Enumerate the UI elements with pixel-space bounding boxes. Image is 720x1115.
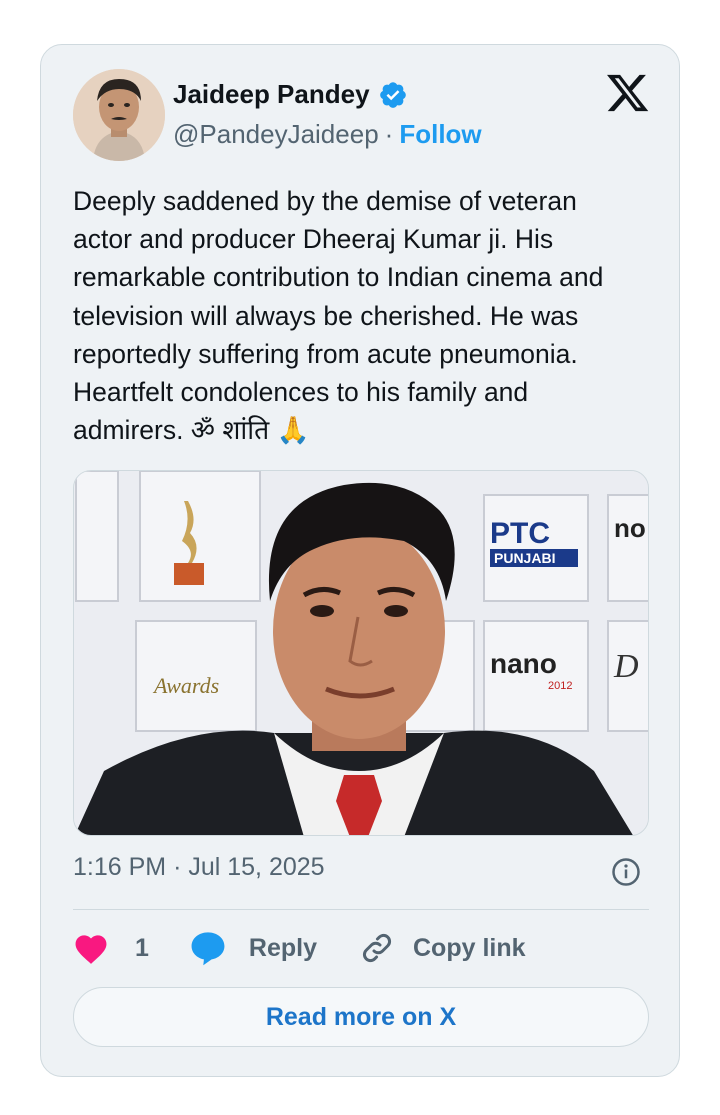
nano-logo-text: nano (490, 648, 557, 679)
link-icon (363, 934, 391, 962)
awards-logo-text: Awards (152, 673, 219, 698)
author-row: Jaideep Pandey (173, 79, 408, 110)
timestamp[interactable]: 1:16 PM · Jul 15, 2025 (73, 853, 325, 882)
separator: · (384, 119, 394, 149)
copy-link-button[interactable]: Copy link (359, 930, 526, 966)
like-button[interactable]: 1 (73, 931, 149, 965)
tweet-card: Jaideep Pandey @PandeyJaideep · Follow D… (40, 44, 680, 1077)
heart-icon (75, 935, 107, 964)
banner-text-d: D (613, 648, 639, 685)
handle-row: @PandeyJaideep · Follow (173, 119, 482, 150)
photo-of-actor: PTC PUNJABI no ur nano 2012 D Awards (74, 471, 648, 835)
x-logo-icon[interactable] (605, 73, 649, 113)
read-more-button[interactable]: Read more on X (73, 987, 649, 1047)
reply-bubble-icon (191, 932, 225, 966)
tweet-date: Jul 15, 2025 (188, 853, 325, 881)
divider (73, 909, 649, 910)
author-name[interactable]: Jaideep Pandey (173, 79, 370, 110)
nano-year-text: 2012 (548, 680, 572, 692)
avatar[interactable] (73, 69, 165, 161)
reply-label: Reply (248, 933, 317, 962)
action-bar: 1 Reply Copy link (73, 925, 526, 971)
punjabi-text: PUNJABI (494, 550, 555, 566)
verified-badge-icon (379, 81, 406, 108)
banner-text-no: no (614, 513, 646, 543)
follow-button[interactable]: Follow (399, 119, 481, 150)
reply-button[interactable]: Reply (189, 930, 317, 966)
ptc-logo-text: PTC (490, 517, 550, 550)
copy-link-label: Copy link (413, 933, 526, 962)
info-icon[interactable] (611, 857, 641, 887)
tweet-time: 1:16 PM (73, 853, 167, 881)
tweet-text: Deeply saddened by the demise of veteran… (73, 186, 604, 446)
tweet-image[interactable]: PTC PUNJABI no ur nano 2012 D Awards (73, 470, 649, 836)
author-handle[interactable]: @PandeyJaideep (173, 119, 379, 150)
like-count: 1 (135, 933, 149, 962)
